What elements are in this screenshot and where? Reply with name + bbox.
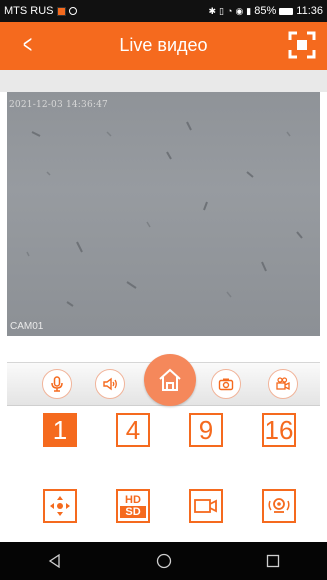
header-spacer bbox=[0, 70, 327, 92]
eye-comfort-icon: ◉ bbox=[235, 5, 244, 16]
page-title: Live видео bbox=[119, 35, 208, 55]
battery-icon bbox=[279, 7, 294, 15]
back-triangle-icon[interactable] bbox=[35, 546, 75, 576]
recents-square-icon[interactable] bbox=[253, 546, 293, 576]
video-noise bbox=[7, 92, 320, 336]
header-bar: < Live видео bbox=[0, 22, 327, 70]
vibrate-icon: ▯ bbox=[219, 5, 224, 16]
clock-time: 11:36 bbox=[296, 5, 323, 17]
home-icon[interactable] bbox=[144, 354, 196, 406]
layout-1-button[interactable]: 1 bbox=[43, 413, 77, 447]
quality-toggle-button[interactable]: HD SD bbox=[116, 489, 150, 523]
camera-label: CAM01 bbox=[10, 321, 44, 332]
layout-16-button[interactable]: 16 bbox=[262, 413, 296, 447]
signal-icon: ▮ bbox=[246, 5, 252, 16]
speaker-icon[interactable] bbox=[95, 369, 125, 399]
hd-label: HD bbox=[125, 494, 141, 506]
fullscreen-icon[interactable] bbox=[287, 30, 317, 60]
ptz-direction-icon[interactable] bbox=[43, 489, 77, 523]
status-bar: MTS RUS ✱ ▯ ◔ ◉ ▮ 85% 11:36 bbox=[0, 0, 327, 22]
microphone-icon[interactable] bbox=[42, 369, 72, 399]
layout-9-button[interactable]: 9 bbox=[189, 413, 223, 447]
video-camera-icon[interactable] bbox=[189, 489, 223, 523]
bluetooth-icon: ✱ bbox=[208, 5, 217, 16]
video-feed[interactable]: 2021-12-03 14:36:47 CAM01 bbox=[7, 92, 320, 336]
alarm-clock-icon bbox=[68, 7, 77, 15]
camera-snapshot-icon[interactable] bbox=[211, 369, 241, 399]
sd-label: SD bbox=[120, 506, 146, 518]
system-nav-bar bbox=[0, 542, 327, 580]
status-right: ✱ ▯ ◔ ◉ ▮ 85% 11:36 bbox=[209, 5, 324, 17]
home-circle-icon[interactable] bbox=[144, 546, 184, 576]
video-record-icon[interactable] bbox=[268, 369, 298, 399]
notification-icon bbox=[56, 6, 66, 16]
alarm-icon: ◔ bbox=[227, 6, 233, 16]
carrier-name: MTS RUS bbox=[4, 5, 54, 17]
layout-4-button[interactable]: 4 bbox=[116, 413, 150, 447]
cruise-icon[interactable] bbox=[262, 489, 296, 523]
video-timestamp: 2021-12-03 14:36:47 bbox=[9, 100, 108, 110]
battery-percent: 85% bbox=[254, 5, 277, 17]
status-left: MTS RUS bbox=[4, 5, 77, 17]
